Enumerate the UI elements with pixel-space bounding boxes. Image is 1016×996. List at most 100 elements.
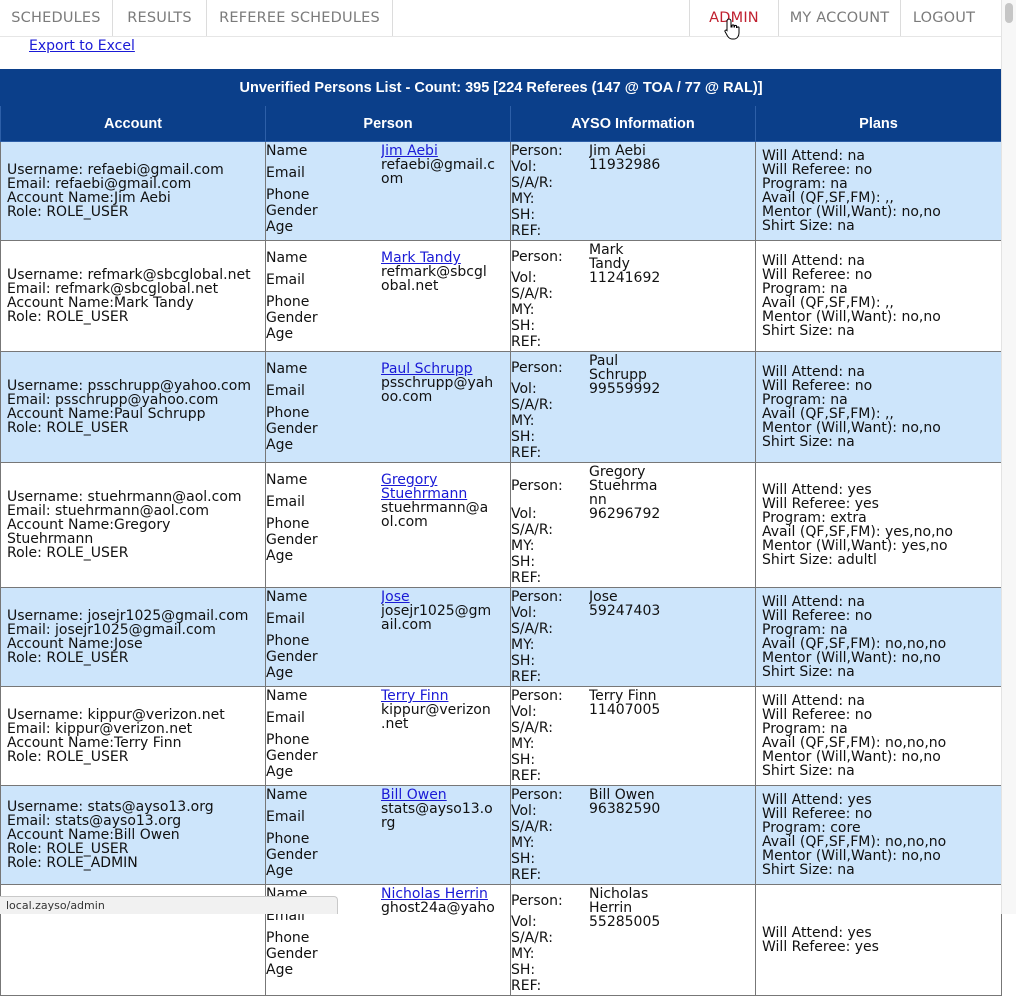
person-field-label: Age (266, 665, 294, 681)
account-line: Account Name:Paul Schrupp (7, 406, 206, 422)
account-cell: Username: kippur@verizon.net Email: kippu… (0, 686, 266, 786)
plans-cell: Will Attend: na Will Referee: no Program: … (754, 240, 1003, 352)
person-field-label: Phone (266, 831, 310, 847)
table-row: Username: psschrupp@yahoo.com Email: pssc… (0, 351, 1003, 463)
person-name-link[interactable]: Jim Aebi (381, 144, 510, 158)
plans-line: Shirt Size: na (762, 763, 855, 779)
person-field-label: Phone (266, 633, 310, 649)
ayso-field-label: S/A/R: (511, 819, 553, 835)
nav-referee-schedules[interactable]: REFEREE SCHEDULES (207, 0, 393, 36)
person-field-label: Name (266, 689, 308, 704)
ayso-field-label: S/A/R: (511, 930, 553, 946)
table-caption: Unverified Persons List - Count: 395 [22… (0, 69, 1003, 106)
plans-line: Program: na (762, 622, 848, 638)
ayso-person-name: Bill Owen (589, 788, 655, 803)
plans-line: Shirt Size: na (762, 664, 855, 680)
ayso-field-label: Person: (511, 893, 563, 909)
plans-line: Shirt Size: na (762, 218, 855, 234)
plans-line: Shirt Size: adultl (762, 552, 877, 568)
column-header-person: Person (265, 105, 511, 142)
plans-line: Program: na (762, 176, 848, 192)
person-cell: Name Email Phone Gender Age Paul Schrupp pssch… (265, 351, 511, 463)
vertical-scrollbar[interactable] (1001, 0, 1016, 914)
nav-schedules[interactable]: SCHEDULES (0, 0, 113, 36)
person-cell: Name Email Phone Gender Age Mark Tandy refmark… (265, 240, 511, 352)
person-name-link[interactable]: Nicholas Herrin (381, 887, 510, 901)
person-field-label: Age (266, 962, 294, 978)
person-field-label: Gender (266, 847, 318, 863)
person-field-label: Name (266, 251, 308, 266)
plans-cell: Will Attend: yes Will Referee: yes Program… (754, 462, 1003, 588)
person-field-label: Phone (266, 187, 310, 203)
account-line: Role: ROLE_USER (7, 204, 129, 220)
plans-line: Mentor (Will,Want): no,no (762, 204, 941, 220)
ayso-field-label: Vol: (511, 506, 537, 522)
nav-results[interactable]: RESULTS (113, 0, 207, 36)
ayso-person-name: Mark Tandy (589, 243, 630, 272)
ayso-field-label: SH: (511, 752, 536, 768)
account-cell: Username: refaebi@gmail.com Email: refaeb… (0, 141, 266, 241)
plans-line: Mentor (Will,Want): no,no (762, 420, 941, 436)
ayso-information-cell: Person: Vol: S/A/R: MY: SH: REF: Paul Schrupp 9… (510, 351, 756, 463)
person-name-link[interactable]: Paul Schrupp (381, 362, 510, 376)
account-line: Role: ROLE_USER (7, 749, 129, 765)
account-line: Username: kippur@verizon.net (7, 707, 225, 723)
person-field-label: Name (266, 362, 308, 377)
ayso-information-cell: Person: Vol: S/A/R: MY: SH: REF: Bill Owen 9638… (510, 785, 756, 885)
person-name-link[interactable]: Mark Tandy (381, 251, 510, 265)
person-field-label: Age (266, 764, 294, 780)
ayso-field-label: Person: (511, 360, 563, 376)
ayso-field-label: MY: (511, 538, 535, 554)
table-row: Username: refmark@sbcglobal.net Email: re… (0, 240, 1003, 352)
account-line: Role: ROLE_USER (7, 309, 129, 325)
scrollbar-thumb[interactable] (1005, 3, 1013, 23)
ayso-field-label: MY: (511, 946, 535, 962)
plans-cell: Will Attend: yes Will Referee: no Program:… (754, 785, 1003, 885)
plans-line: Program: na (762, 721, 848, 737)
ayso-person-name: Paul Schrupp (589, 354, 647, 383)
person-field-label: Age (266, 326, 294, 342)
plans-line: Program: na (762, 392, 848, 408)
account-line: Username: stuehrmann@aol.com (7, 489, 242, 505)
account-line: Account Name:Bill Owen (7, 827, 180, 843)
plans-line: Will Attend: yes (762, 925, 872, 941)
person-field-label: Email (266, 165, 305, 181)
person-email: stuehrmann@a ol.com (381, 500, 489, 530)
plans-line: Mentor (Will,Want): yes,no (762, 538, 948, 554)
ayso-field-label: Person: (511, 788, 563, 803)
account-line: Username: stats@ayso13.org (7, 799, 214, 815)
person-name-link[interactable]: Terry Finn (381, 689, 510, 703)
person-name-link[interactable]: Jose (381, 590, 510, 604)
person-name-link[interactable]: Bill Owen (381, 788, 510, 802)
nav-logout[interactable]: LOGOUT (901, 0, 987, 36)
export-to-excel-link[interactable]: Export to Excel (29, 38, 135, 54)
person-field-label: Email (266, 611, 305, 627)
person-name-link[interactable]: Gregory Stuehrmann (381, 473, 510, 501)
plans-line: Will Referee: no (762, 162, 873, 178)
person-field-label: Email (266, 383, 305, 399)
ayso-volunteer-id: 59247403 (589, 603, 661, 619)
ayso-volunteer-id: 99559992 (589, 381, 661, 397)
plans-line: Will Attend: na (762, 693, 865, 709)
ayso-field-label: REF: (511, 223, 542, 239)
plans-line: Avail (QF,SF,FM): no,no,no (762, 636, 947, 652)
person-field-label: Email (266, 272, 305, 288)
plans-line: Mentor (Will,Want): no,no (762, 309, 941, 325)
person-email: kippur@verizon .net (381, 702, 491, 732)
person-field-label: Age (266, 863, 294, 879)
ayso-field-label: S/A/R: (511, 397, 553, 413)
ayso-field-label: Vol: (511, 704, 537, 720)
nav-my-account[interactable]: MY ACCOUNT (779, 0, 901, 36)
ayso-field-label: REF: (511, 768, 542, 784)
plans-line: Program: core (762, 820, 861, 836)
account-line: Account Name:Gregory (7, 517, 171, 533)
ayso-field-label: Vol: (511, 381, 537, 397)
person-cell: Name Email Phone Gender Age Jim Aebi refaebi@g… (265, 141, 511, 241)
account-line: Username: psschrupp@yahoo.com (7, 378, 251, 394)
ayso-volunteer-id: 96296792 (589, 506, 661, 522)
plans-line: Will Referee: yes (762, 939, 879, 955)
plans-line: Avail (QF,SF,FM): no,no,no (762, 735, 947, 751)
person-email: stats@ayso13.o rg (381, 801, 493, 831)
ayso-person-name: Jose (589, 590, 618, 605)
table-row: Username: stuehrmann@aol.com Email: stueh… (0, 462, 1003, 588)
